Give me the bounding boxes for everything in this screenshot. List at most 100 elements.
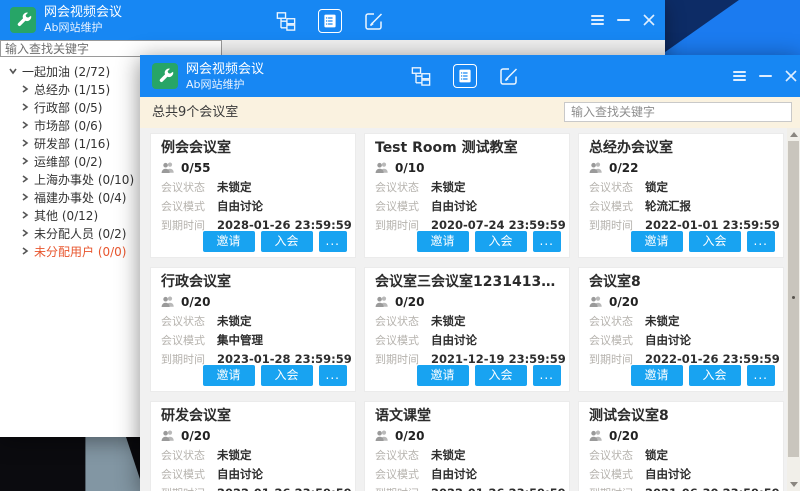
- invite-button[interactable]: 邀请: [417, 365, 469, 386]
- mode-value: 集中管理: [217, 332, 263, 348]
- card-actions: 邀请 入会 ...: [203, 231, 347, 252]
- status-row: 会议状态 锁定: [589, 177, 773, 196]
- close-icon[interactable]: [784, 69, 798, 83]
- join-button[interactable]: 入会: [475, 231, 527, 252]
- member-count: 0/20: [395, 429, 424, 443]
- status-value: 未锁定: [645, 313, 680, 329]
- menu-icon[interactable]: [732, 69, 746, 83]
- member-count: 0/10: [395, 161, 424, 175]
- meeting-list-icon[interactable]: [453, 64, 477, 88]
- room-card: 例会会议室 0/55 会议状态 未锁定 会议模式 自由讨论 到期时间: [150, 133, 356, 258]
- vertical-scrollbar[interactable]: [787, 128, 800, 491]
- mode-value: 自由讨论: [645, 332, 691, 348]
- join-button[interactable]: 入会: [689, 231, 741, 252]
- status-label: 会议状态: [375, 313, 431, 329]
- tree-item[interactable]: 行政部 (0/5): [0, 98, 160, 116]
- tree-item[interactable]: 总经办 (1/15): [0, 80, 160, 98]
- close-icon[interactable]: [642, 13, 656, 27]
- more-button[interactable]: ...: [747, 231, 775, 252]
- tree-item[interactable]: 市场部 (0/6): [0, 116, 160, 134]
- tree-item-label: 未分配用户 (0/0): [34, 243, 127, 260]
- room-name: 总经办会议室: [589, 138, 773, 158]
- member-count: 0/20: [609, 295, 638, 309]
- more-button[interactable]: ...: [533, 365, 561, 386]
- tree-item-label: 未分配人员 (0/2): [34, 225, 127, 242]
- chevron-icon: [20, 157, 29, 166]
- member-count-row: 0/20: [375, 426, 559, 445]
- minimize-icon[interactable]: [616, 13, 630, 27]
- card-actions: 邀请 入会 ...: [417, 365, 561, 386]
- card-actions: 邀请 入会 ...: [631, 365, 775, 386]
- tree-item[interactable]: 福建办事处 (0/4): [0, 188, 160, 206]
- background-titlebar: 网会视频会议 Ab网站维护: [0, 0, 665, 40]
- expire-value: 2022-01-26 23:59:59: [645, 352, 780, 366]
- tree-item[interactable]: 运维部 (0/2): [0, 152, 160, 170]
- tree-item[interactable]: 未分配人员 (0/2): [0, 224, 160, 242]
- status-label: 会议状态: [161, 313, 217, 329]
- mode-row: 会议模式 自由讨论: [375, 196, 559, 215]
- compose-icon[interactable]: [364, 11, 384, 31]
- join-button[interactable]: 入会: [261, 231, 313, 252]
- tree-item[interactable]: 一起加油 (2/72): [0, 62, 160, 80]
- card-actions: 邀请 入会 ...: [203, 365, 347, 386]
- expire-value: 2028-01-26 23:59:59: [217, 218, 352, 232]
- tree-item[interactable]: 未分配用户 (0/0): [0, 242, 160, 260]
- more-button[interactable]: ...: [533, 231, 561, 252]
- invite-button[interactable]: 邀请: [203, 365, 255, 386]
- tree-item[interactable]: 上海办事处 (0/10): [0, 170, 160, 188]
- meeting-list-icon[interactable]: [318, 9, 342, 33]
- invite-button[interactable]: 邀请: [417, 231, 469, 252]
- mode-label: 会议模式: [589, 198, 645, 214]
- scroll-up-icon[interactable]: [790, 132, 798, 137]
- mode-label: 会议模式: [161, 332, 217, 348]
- invite-button[interactable]: 邀请: [631, 231, 683, 252]
- join-button[interactable]: 入会: [261, 365, 313, 386]
- expire-row: 到期时间 2021-06-30 23:59:59: [589, 483, 773, 491]
- room-name: 研发会议室: [161, 406, 345, 426]
- mode-value: 自由讨论: [431, 332, 477, 348]
- tree-item[interactable]: 研发部 (1/16): [0, 134, 160, 152]
- room-search-input[interactable]: [564, 102, 792, 122]
- meeting-rooms-window: 网会视频会议 Ab网站维护 总共9个会议室 例会会议室: [140, 55, 800, 491]
- mode-value: 自由讨论: [431, 466, 477, 482]
- mode-label: 会议模式: [589, 466, 645, 482]
- more-button[interactable]: ...: [319, 231, 347, 252]
- scroll-down-icon[interactable]: [790, 482, 798, 487]
- wallpaper-slate-triangle: [0, 437, 140, 491]
- status-label: 会议状态: [161, 447, 217, 463]
- invite-button[interactable]: 邀请: [631, 365, 683, 386]
- room-card: 总经办会议室 0/22 会议状态 锁定 会议模式 轮流汇报 到期时间: [578, 133, 784, 258]
- status-label: 会议状态: [589, 179, 645, 195]
- org-chart-icon[interactable]: [276, 11, 296, 31]
- status-value: 未锁定: [431, 313, 466, 329]
- chevron-icon: [8, 67, 17, 76]
- status-value: 锁定: [645, 447, 668, 463]
- mode-value: 自由讨论: [645, 466, 691, 482]
- mode-value: 轮流汇报: [645, 198, 691, 214]
- app-logo: [152, 63, 178, 89]
- menu-icon[interactable]: [590, 13, 604, 27]
- member-count: 0/20: [395, 295, 424, 309]
- front-toolbar: [411, 64, 519, 88]
- expire-label: 到期时间: [375, 485, 431, 491]
- more-button[interactable]: ...: [319, 365, 347, 386]
- chevron-icon: [20, 139, 29, 148]
- minimize-icon[interactable]: [758, 69, 772, 83]
- member-count: 0/22: [609, 161, 638, 175]
- member-count: 0/20: [609, 429, 638, 443]
- tree-item[interactable]: 其他 (0/12): [0, 206, 160, 224]
- mode-label: 会议模式: [161, 198, 217, 214]
- member-count-row: 0/55: [161, 158, 345, 177]
- org-chart-icon[interactable]: [411, 66, 431, 86]
- join-button[interactable]: 入会: [475, 365, 527, 386]
- invite-button[interactable]: 邀请: [203, 231, 255, 252]
- join-button[interactable]: 入会: [689, 365, 741, 386]
- member-count: 0/20: [181, 429, 210, 443]
- compose-icon[interactable]: [499, 66, 519, 86]
- members-icon: [375, 296, 389, 307]
- more-button[interactable]: ...: [747, 365, 775, 386]
- room-card: 研发会议室 0/20 会议状态 未锁定 会议模式 自由讨论 到期时间: [150, 401, 356, 491]
- mode-label: 会议模式: [375, 332, 431, 348]
- scrollbar-thumb[interactable]: [788, 141, 799, 457]
- room-count-summary: 总共9个会议室: [152, 97, 238, 128]
